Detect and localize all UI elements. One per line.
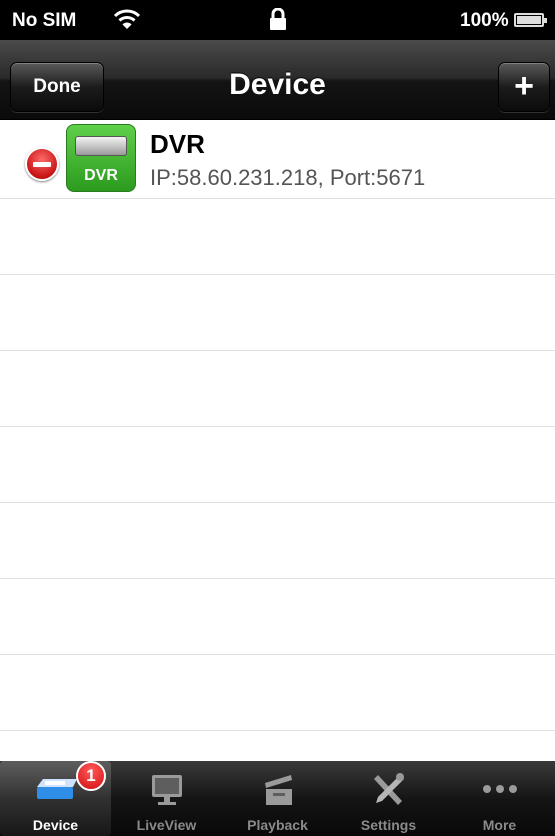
wifi-icon bbox=[114, 9, 140, 29]
tab-bar: 1 Device LiveView Playback Settings More bbox=[0, 761, 555, 836]
tab-playback[interactable]: Playback bbox=[222, 761, 333, 836]
dvr-device-icon: DVR bbox=[66, 124, 136, 192]
empty-row bbox=[0, 275, 555, 351]
device-row[interactable]: DVR DVR IP:58.60.231.218, Port:5671 bbox=[0, 121, 555, 199]
navigation-bar: Done Device + bbox=[0, 40, 555, 120]
tools-icon bbox=[374, 773, 404, 805]
battery-percent: 100% bbox=[460, 10, 509, 31]
tab-label: More bbox=[482, 817, 517, 833]
tab-device[interactable]: 1 Device bbox=[0, 761, 111, 836]
dvr-device-icon bbox=[37, 779, 77, 799]
device-name: DVR bbox=[150, 129, 205, 159]
empty-row bbox=[0, 503, 555, 579]
more-dots-icon bbox=[483, 785, 517, 793]
clapperboard-icon bbox=[265, 775, 292, 805]
empty-row bbox=[0, 351, 555, 427]
status-bar: No SIM 100% bbox=[0, 0, 555, 40]
tab-label: Playback bbox=[247, 817, 308, 833]
empty-row bbox=[0, 579, 555, 655]
tab-label: Device bbox=[32, 817, 79, 833]
device-icon-label: DVR bbox=[84, 167, 118, 184]
page-title: Device bbox=[229, 68, 326, 101]
tab-label: Settings bbox=[360, 817, 417, 833]
tab-label: LiveView bbox=[136, 817, 197, 833]
tab-settings[interactable]: Settings bbox=[333, 761, 444, 836]
add-device-button[interactable]: + bbox=[498, 62, 550, 112]
notification-badge: 1 bbox=[76, 761, 106, 791]
carrier-label: No SIM bbox=[12, 10, 77, 31]
delete-icon[interactable] bbox=[25, 147, 59, 181]
empty-row bbox=[0, 655, 555, 731]
monitor-icon bbox=[152, 775, 182, 805]
battery-icon bbox=[514, 13, 547, 27]
device-list: DVR DVR IP:58.60.231.218, Port:5671 bbox=[0, 121, 555, 761]
lock-icon bbox=[270, 8, 286, 30]
tab-liveview[interactable]: LiveView bbox=[111, 761, 222, 836]
device-address: IP:58.60.231.218, Port:5671 bbox=[150, 165, 426, 190]
empty-row bbox=[0, 427, 555, 503]
empty-row bbox=[0, 199, 555, 275]
tab-more[interactable]: More bbox=[444, 761, 555, 836]
